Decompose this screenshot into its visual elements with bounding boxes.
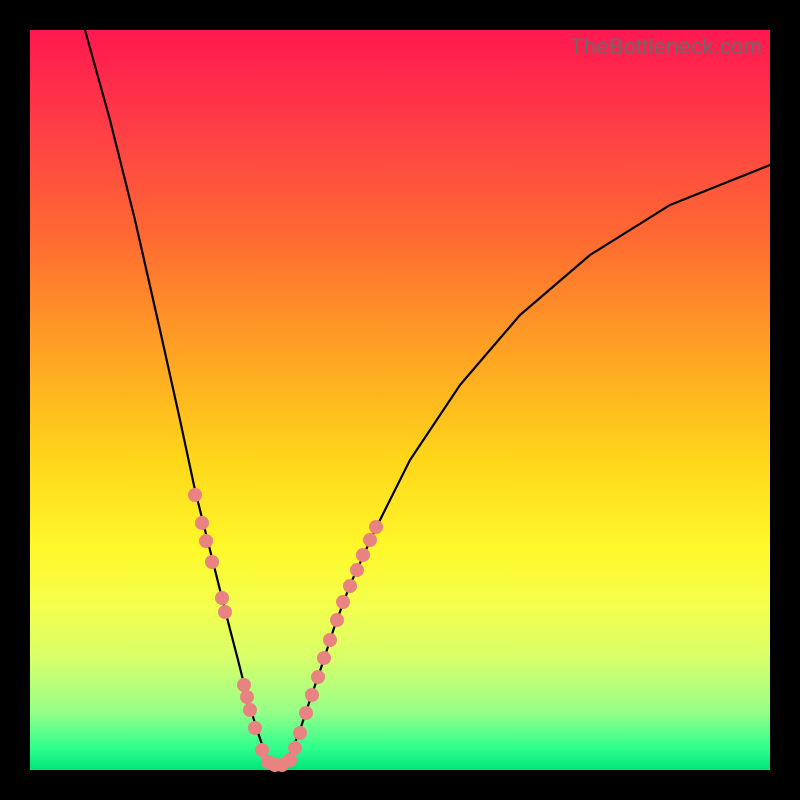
left-curve xyxy=(85,30,270,765)
data-marker xyxy=(243,703,257,717)
data-marker xyxy=(330,613,344,627)
data-marker xyxy=(293,726,307,740)
data-marker xyxy=(336,595,350,609)
curve-layer xyxy=(30,30,770,770)
data-marker xyxy=(215,591,229,605)
data-marker xyxy=(299,706,313,720)
chart-frame: TheBottleneck.com xyxy=(0,0,800,800)
right-curve xyxy=(285,165,770,765)
data-marker xyxy=(199,534,213,548)
data-marker xyxy=(248,721,262,735)
data-marker xyxy=(288,741,302,755)
data-marker xyxy=(218,605,232,619)
data-marker xyxy=(311,670,325,684)
plot-area: TheBottleneck.com xyxy=(30,30,770,770)
data-marker xyxy=(188,488,202,502)
data-marker xyxy=(369,520,383,534)
data-marker xyxy=(283,753,297,767)
data-marker xyxy=(305,688,319,702)
data-marker xyxy=(350,563,364,577)
data-marker xyxy=(255,743,269,757)
data-marker xyxy=(317,651,331,665)
data-marker xyxy=(356,548,370,562)
data-marker xyxy=(237,678,251,692)
marker-dots xyxy=(188,488,383,772)
data-marker xyxy=(323,633,337,647)
data-marker xyxy=(195,516,209,530)
data-marker xyxy=(363,533,377,547)
data-marker xyxy=(205,555,219,569)
data-marker xyxy=(343,579,357,593)
data-marker xyxy=(240,690,254,704)
